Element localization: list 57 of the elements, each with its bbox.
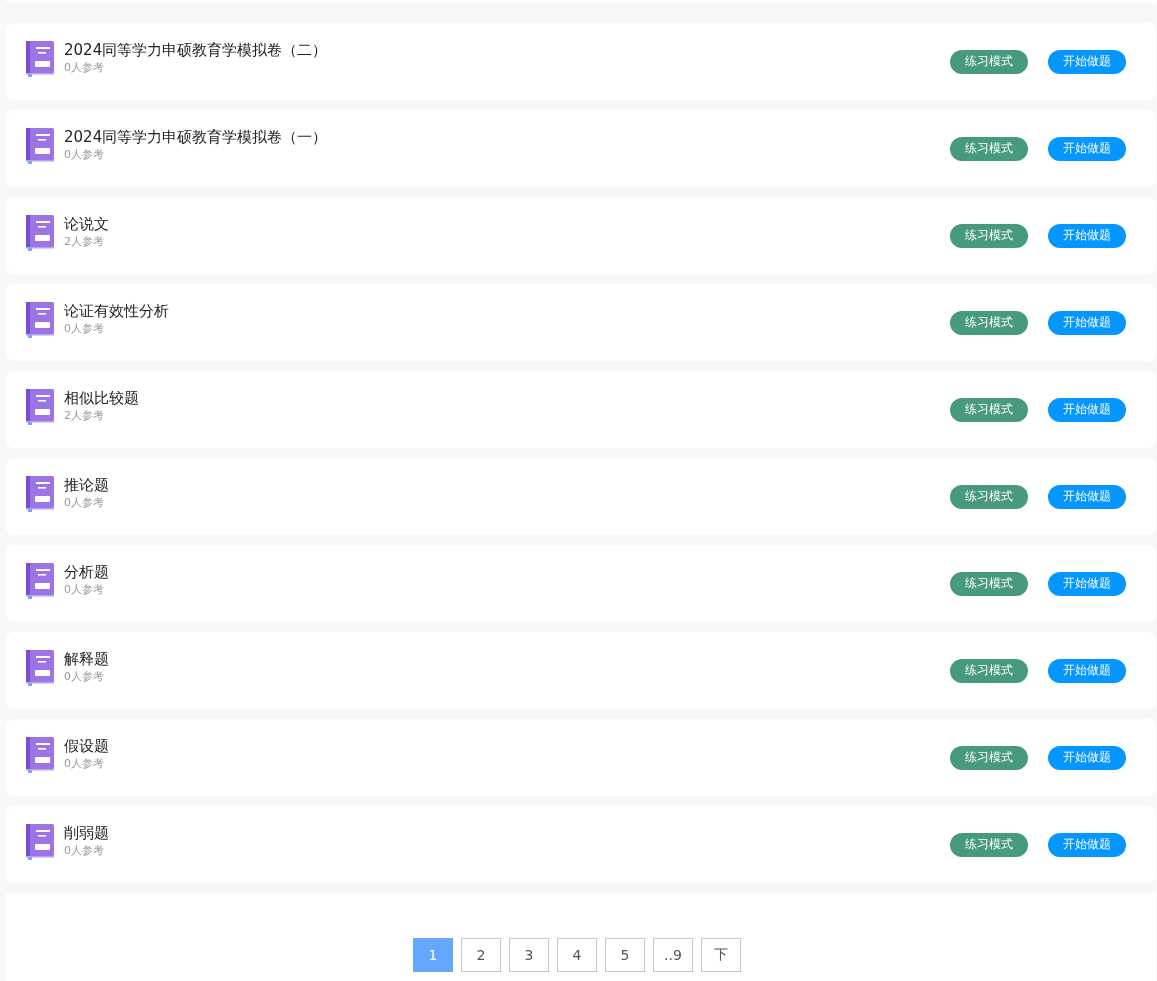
page-button[interactable]: 4 — [557, 938, 597, 972]
practice-mode-button[interactable]: 练习模式 — [950, 136, 1028, 161]
start-button[interactable]: 开始做题 — [1048, 49, 1126, 74]
paper-title[interactable]: 论说文 — [64, 214, 950, 234]
practice-mode-button[interactable]: 练习模式 — [950, 832, 1028, 857]
start-button[interactable]: 开始做题 — [1048, 832, 1126, 857]
page-button[interactable]: 下 — [701, 938, 741, 972]
practice-mode-button[interactable]: 练习模式 — [950, 658, 1028, 683]
participant-count: 0人参考 — [64, 147, 105, 162]
participant-count: 2人参考 — [64, 408, 105, 423]
paper-title[interactable]: 削弱题 — [64, 823, 950, 843]
book-icon — [26, 475, 55, 512]
book-icon — [26, 214, 55, 251]
page-button[interactable]: 5 — [605, 938, 645, 972]
paper-title[interactable]: 2024同等学力申硕教育学模拟卷（二） — [64, 40, 950, 60]
practice-mode-button[interactable]: 练习模式 — [950, 49, 1028, 74]
start-button[interactable]: 开始做题 — [1048, 223, 1126, 248]
participant-count: 0人参考 — [64, 843, 105, 858]
page-button[interactable]: 3 — [509, 938, 549, 972]
participant-count: 0人参考 — [64, 756, 105, 771]
practice-mode-button[interactable]: 练习模式 — [950, 745, 1028, 770]
page-button[interactable]: 2 — [461, 938, 501, 972]
page-button[interactable]: ..9 — [653, 938, 693, 972]
participant-count: 0人参考 — [64, 321, 105, 336]
book-icon — [26, 823, 55, 860]
start-button[interactable]: 开始做题 — [1048, 397, 1126, 422]
paper-title[interactable]: 2024同等学力申硕教育学模拟卷（一） — [64, 127, 950, 147]
practice-mode-button[interactable]: 练习模式 — [950, 571, 1028, 596]
participant-count: 0人参考 — [64, 495, 105, 510]
start-button[interactable]: 开始做题 — [1048, 658, 1126, 683]
book-icon — [26, 562, 55, 599]
participant-count: 0人参考 — [64, 582, 105, 597]
participant-count: 0人参考 — [64, 669, 105, 684]
paper-title[interactable]: 解释题 — [64, 649, 950, 669]
start-button[interactable]: 开始做题 — [1048, 484, 1126, 509]
paper-title[interactable]: 分析题 — [64, 562, 950, 582]
book-icon — [26, 301, 55, 338]
book-icon — [26, 649, 55, 686]
participant-count: 0人参考 — [64, 60, 105, 75]
start-button[interactable]: 开始做题 — [1048, 136, 1126, 161]
book-icon — [26, 736, 55, 773]
participant-count: 2人参考 — [64, 234, 105, 249]
page-button[interactable]: 1 — [413, 938, 453, 972]
paper-title[interactable]: 相似比较题 — [64, 388, 950, 408]
practice-mode-button[interactable]: 练习模式 — [950, 397, 1028, 422]
book-icon — [26, 40, 55, 77]
start-button[interactable]: 开始做题 — [1048, 745, 1126, 770]
book-icon — [26, 388, 55, 425]
paper-title[interactable]: 假设题 — [64, 736, 950, 756]
practice-mode-button[interactable]: 练习模式 — [950, 223, 1028, 248]
book-icon — [26, 127, 55, 164]
start-button[interactable]: 开始做题 — [1048, 310, 1126, 335]
start-button[interactable]: 开始做题 — [1048, 571, 1126, 596]
paper-title[interactable]: 论证有效性分析 — [64, 301, 950, 321]
practice-mode-button[interactable]: 练习模式 — [950, 484, 1028, 509]
practice-mode-button[interactable]: 练习模式 — [950, 310, 1028, 335]
paper-title[interactable]: 推论题 — [64, 475, 950, 495]
